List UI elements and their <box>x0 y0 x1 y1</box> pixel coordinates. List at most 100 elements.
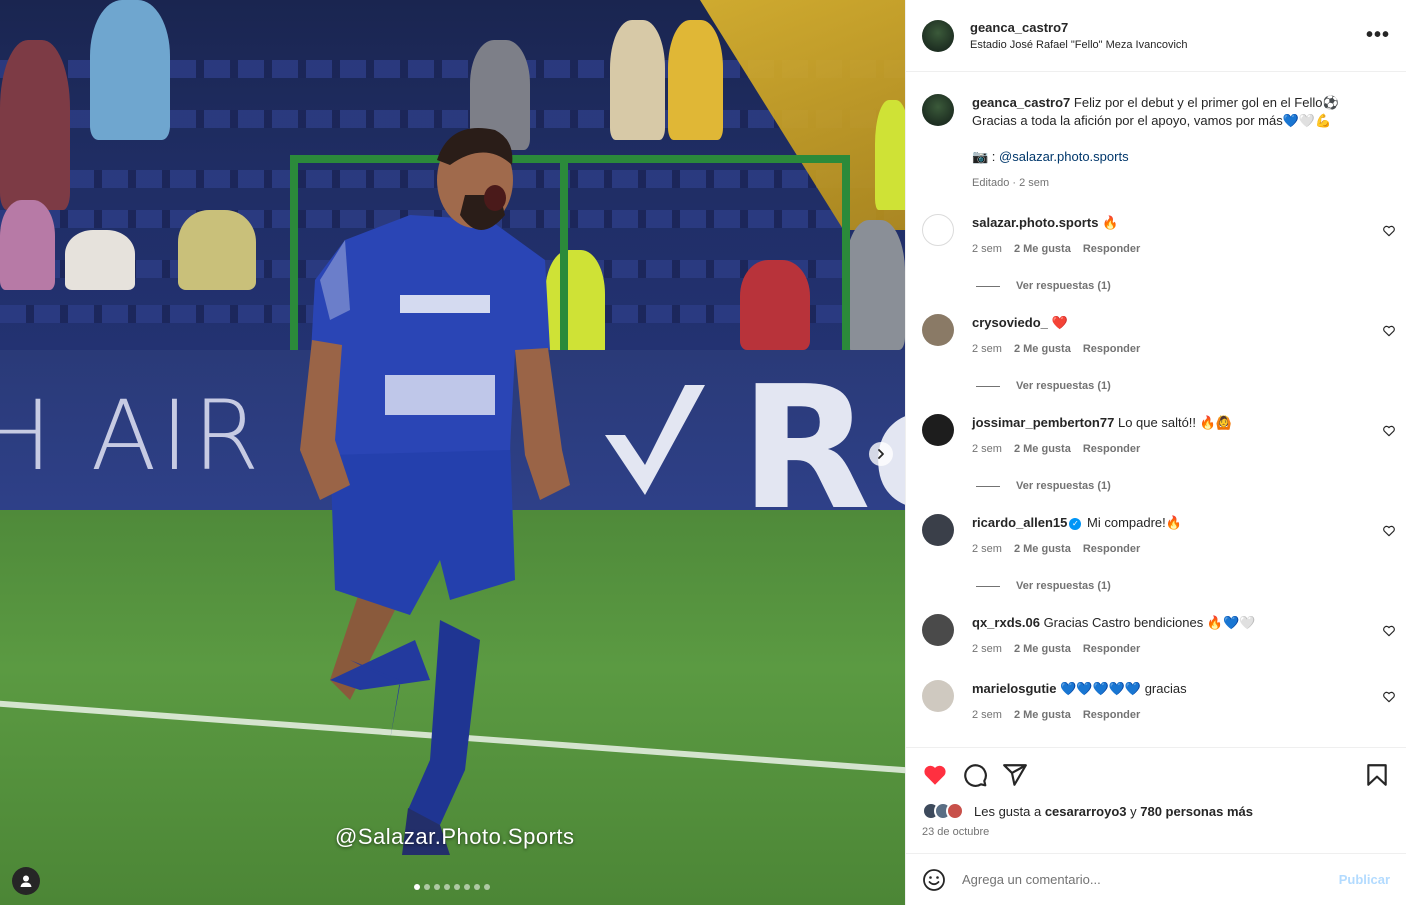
spectator <box>668 20 723 140</box>
commenter-avatar[interactable] <box>922 614 954 646</box>
caption: geanca_castro7 Feliz por el debut y el p… <box>922 94 1390 192</box>
heart-icon[interactable] <box>922 762 948 788</box>
comment-body: ricardo_allen15 ✓ Mi compadre!🔥 2 sem 2 Me … <box>972 514 1395 558</box>
post-media[interactable]: H AIR Re <box>0 0 905 905</box>
more-options-icon[interactable]: ••• <box>1366 24 1390 47</box>
comment-username[interactable]: marielosgutie <box>972 681 1057 696</box>
spectator <box>845 220 905 350</box>
comment-likes[interactable]: 2 Me gusta <box>1014 640 1071 658</box>
comment-like-icon[interactable] <box>1382 524 1396 538</box>
next-arrow-icon <box>878 449 884 459</box>
view-replies-button[interactable]: Ver respuestas (1) <box>976 380 1390 392</box>
post-actions: Les gusta a cesararroyo3 y 780 personas … <box>906 747 1406 853</box>
publish-button[interactable]: Publicar <box>1339 872 1390 887</box>
comment-username[interactable]: crysoviedo_ <box>972 315 1048 330</box>
comment-reply-button[interactable]: Responder <box>1083 540 1140 558</box>
commenter-avatar[interactable] <box>922 514 954 546</box>
post-location[interactable]: Estadio José Rafael "Fello" Meza Ivancov… <box>970 39 1366 51</box>
comment-reply-button[interactable]: Responder <box>1083 640 1140 658</box>
comment-content: salazar.photo.sports 🔥 <box>972 214 1360 232</box>
caption-username[interactable]: geanca_castro7 <box>972 95 1070 110</box>
spectator <box>610 20 665 140</box>
comment-reply-button[interactable]: Responder <box>1083 240 1140 258</box>
comment-meta: 2 sem 2 Me gusta Responder <box>972 340 1360 358</box>
carousel-dot <box>484 884 490 890</box>
author-avatar[interactable] <box>922 19 954 52</box>
comment-username[interactable]: jossimar_pemberton77 <box>972 415 1114 430</box>
comment-body: qx_rxds.06 Gracias Castro bendiciones 🔥💙… <box>972 614 1395 658</box>
author-username[interactable]: geanca_castro7 <box>970 20 1366 35</box>
comment-list: salazar.photo.sports 🔥 2 sem 2 Me gusta Res… <box>922 214 1395 724</box>
liker-avatar <box>946 802 964 820</box>
commenter-avatar[interactable] <box>922 314 954 346</box>
photo-watermark: @Salazar.Photo.Sports <box>335 824 575 849</box>
comment-time[interactable]: 2 sem <box>972 340 1002 358</box>
spectator <box>90 0 170 140</box>
comment-like-icon[interactable] <box>1382 224 1396 238</box>
add-comment-bar: Publicar <box>906 853 1406 905</box>
commenter-avatar[interactable] <box>922 414 954 446</box>
comment-username[interactable]: qx_rxds.06 <box>972 615 1040 630</box>
comment-likes[interactable]: 2 Me gusta <box>1014 706 1071 724</box>
carousel-dot <box>454 884 460 890</box>
comment-meta: 2 sem 2 Me gusta Responder <box>972 240 1360 258</box>
post-date[interactable]: 23 de octubre <box>922 826 1390 838</box>
carousel-dot <box>434 884 440 890</box>
liker-avatars[interactable] <box>922 802 964 820</box>
comment-item: jossimar_pemberton77 Lo que saltó!! 🔥🙆 2 … <box>922 414 1395 492</box>
comment-time[interactable]: 2 sem <box>972 240 1002 258</box>
comment-input[interactable] <box>962 872 1339 887</box>
comment-reply-button[interactable]: Responder <box>1083 440 1140 458</box>
emoji-icon[interactable] <box>922 868 946 892</box>
comment-like-icon[interactable] <box>1382 624 1396 638</box>
comment-likes[interactable]: 2 Me gusta <box>1014 540 1071 558</box>
user-tags-button[interactable] <box>12 867 40 895</box>
spectator <box>0 40 70 210</box>
bookmark-icon[interactable] <box>1364 762 1390 788</box>
comment-reply-button[interactable]: Responder <box>1083 340 1140 358</box>
comment-like-icon[interactable] <box>1382 324 1396 338</box>
view-replies-button[interactable]: Ver respuestas (1) <box>976 580 1390 592</box>
share-icon[interactable] <box>1002 762 1028 788</box>
carousel-dot <box>414 884 420 890</box>
view-replies-button[interactable]: Ver respuestas (1) <box>976 280 1390 292</box>
comment-likes[interactable]: 2 Me gusta <box>1014 440 1071 458</box>
comment-username[interactable]: ricardo_allen15 <box>972 515 1067 530</box>
action-icons <box>922 762 1390 788</box>
replies-divider <box>976 385 1000 387</box>
credit-mention[interactable]: @salazar.photo.sports <box>999 149 1129 164</box>
post-header: geanca_castro7 Estadio José Rafael "Fell… <box>906 0 1406 72</box>
caption-meta: Editado · 2 sem <box>972 174 1390 192</box>
comment-likes[interactable]: 2 Me gusta <box>1014 240 1071 258</box>
likes-count[interactable]: 780 personas más <box>1140 804 1253 819</box>
comment-reply-button[interactable]: Responder <box>1083 706 1140 724</box>
likes-user[interactable]: cesararroyo3 <box>1045 804 1127 819</box>
comment-like-icon[interactable] <box>1382 690 1396 704</box>
comment-text: 💙💙💙💙💙 gracias <box>1060 681 1187 696</box>
view-replies-label: Ver respuestas (1) <box>1016 280 1111 292</box>
view-replies-button[interactable]: Ver respuestas (1) <box>976 480 1390 492</box>
verified-badge-icon: ✓ <box>1069 517 1082 530</box>
comment-text: 🔥 <box>1102 215 1119 230</box>
comment-icon[interactable] <box>962 762 988 788</box>
likes-summary: Les gusta a cesararroyo3 y 780 personas … <box>922 802 1390 820</box>
comment-likes[interactable]: 2 Me gusta <box>1014 340 1071 358</box>
comment-like-icon[interactable] <box>1382 424 1396 438</box>
replies-divider <box>976 585 1000 587</box>
comment-username[interactable]: salazar.photo.sports <box>972 215 1098 230</box>
ad-board-text-left: H AIR <box>0 380 264 492</box>
comment-time[interactable]: 2 sem <box>972 540 1002 558</box>
next-photo-button[interactable] <box>869 442 893 466</box>
commenter-avatar[interactable] <box>922 680 954 712</box>
comments-section[interactable]: geanca_castro7 Feliz por el debut y el p… <box>906 72 1406 747</box>
commenter-avatar[interactable] <box>922 214 954 246</box>
comment-time[interactable]: 2 sem <box>972 706 1002 724</box>
comment-time[interactable]: 2 sem <box>972 440 1002 458</box>
user-tag-icon <box>20 875 32 887</box>
comment-item: salazar.photo.sports 🔥 2 sem 2 Me gusta Res… <box>922 214 1395 292</box>
comment-time[interactable]: 2 sem <box>972 640 1002 658</box>
author-avatar[interactable] <box>922 94 954 126</box>
post-modal: H AIR Re <box>0 0 1406 905</box>
comment-text: Gracias Castro bendiciones 🔥💙🤍 <box>1043 615 1256 630</box>
carousel-indicator <box>414 884 490 890</box>
